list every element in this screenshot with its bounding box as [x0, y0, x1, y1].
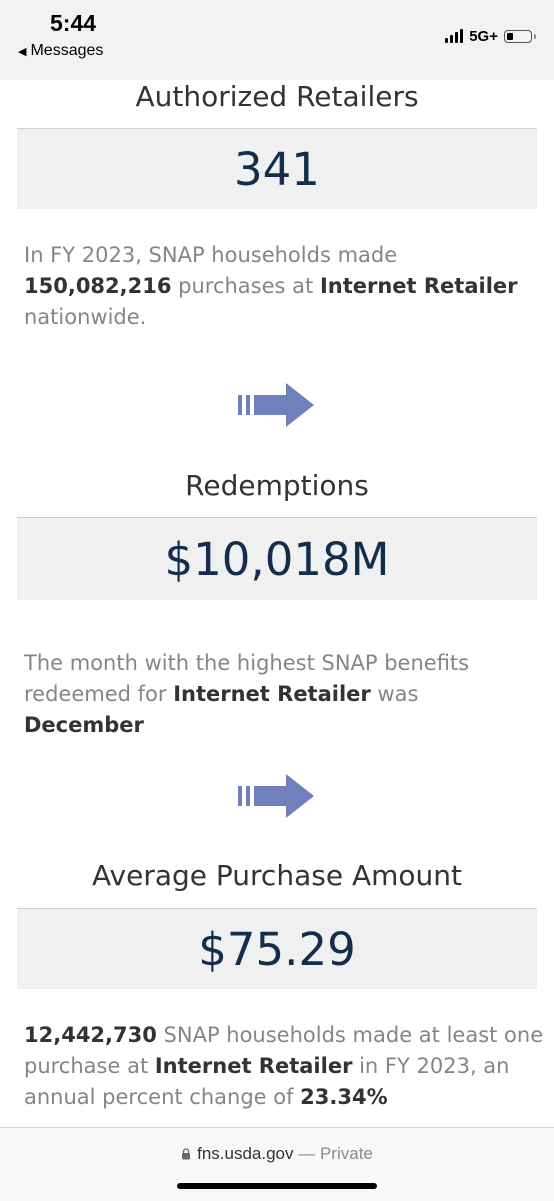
url-domain: fns.usda.gov: [197, 1144, 294, 1163]
lock-icon: [182, 1148, 191, 1160]
purchases-summary: In FY 2023, SNAP households made 150,082…: [24, 243, 518, 329]
redemptions-title: Redemptions: [185, 469, 369, 502]
network-type: 5G+: [469, 27, 498, 45]
home-indicator[interactable]: [177, 1183, 377, 1189]
redemptions-box: $10,018M: [17, 517, 537, 600]
status-bar: 5:44 ◀ Messages 5G+: [0, 0, 554, 80]
average-purchase-box: $75.29: [17, 908, 537, 989]
right-arrow-icon: [238, 383, 314, 427]
average-purchase-value: $75.29: [198, 922, 356, 976]
private-label: Private: [319, 1144, 373, 1163]
cellular-signal-icon: [445, 29, 464, 43]
highest-month-summary: The month with the highest SNAP benefits…: [24, 651, 470, 737]
url-display[interactable]: fns.usda.gov — Private: [0, 1144, 554, 1164]
right-arrow-icon: [238, 774, 314, 818]
browser-url-bar[interactable]: fns.usda.gov — Private: [0, 1127, 554, 1201]
status-time: 5:44: [50, 10, 97, 36]
authorized-retailers-title: Authorized Retailers: [135, 80, 419, 113]
households-summary: 12,442,730 SNAP households made at least…: [24, 1023, 544, 1109]
redemptions-value: $10,018M: [164, 532, 390, 586]
back-to-messages-button[interactable]: ◀ Messages: [18, 42, 103, 60]
average-purchase-title: Average Purchase Amount: [92, 859, 462, 892]
authorized-retailers-value: 341: [234, 142, 320, 196]
status-indicators: 5G+: [445, 26, 536, 46]
url-separator: —: [293, 1144, 320, 1163]
back-label: Messages: [30, 42, 104, 59]
back-arrow-icon: ◀: [18, 45, 27, 58]
authorized-retailers-box: 341: [17, 128, 537, 209]
battery-icon: [504, 29, 536, 43]
